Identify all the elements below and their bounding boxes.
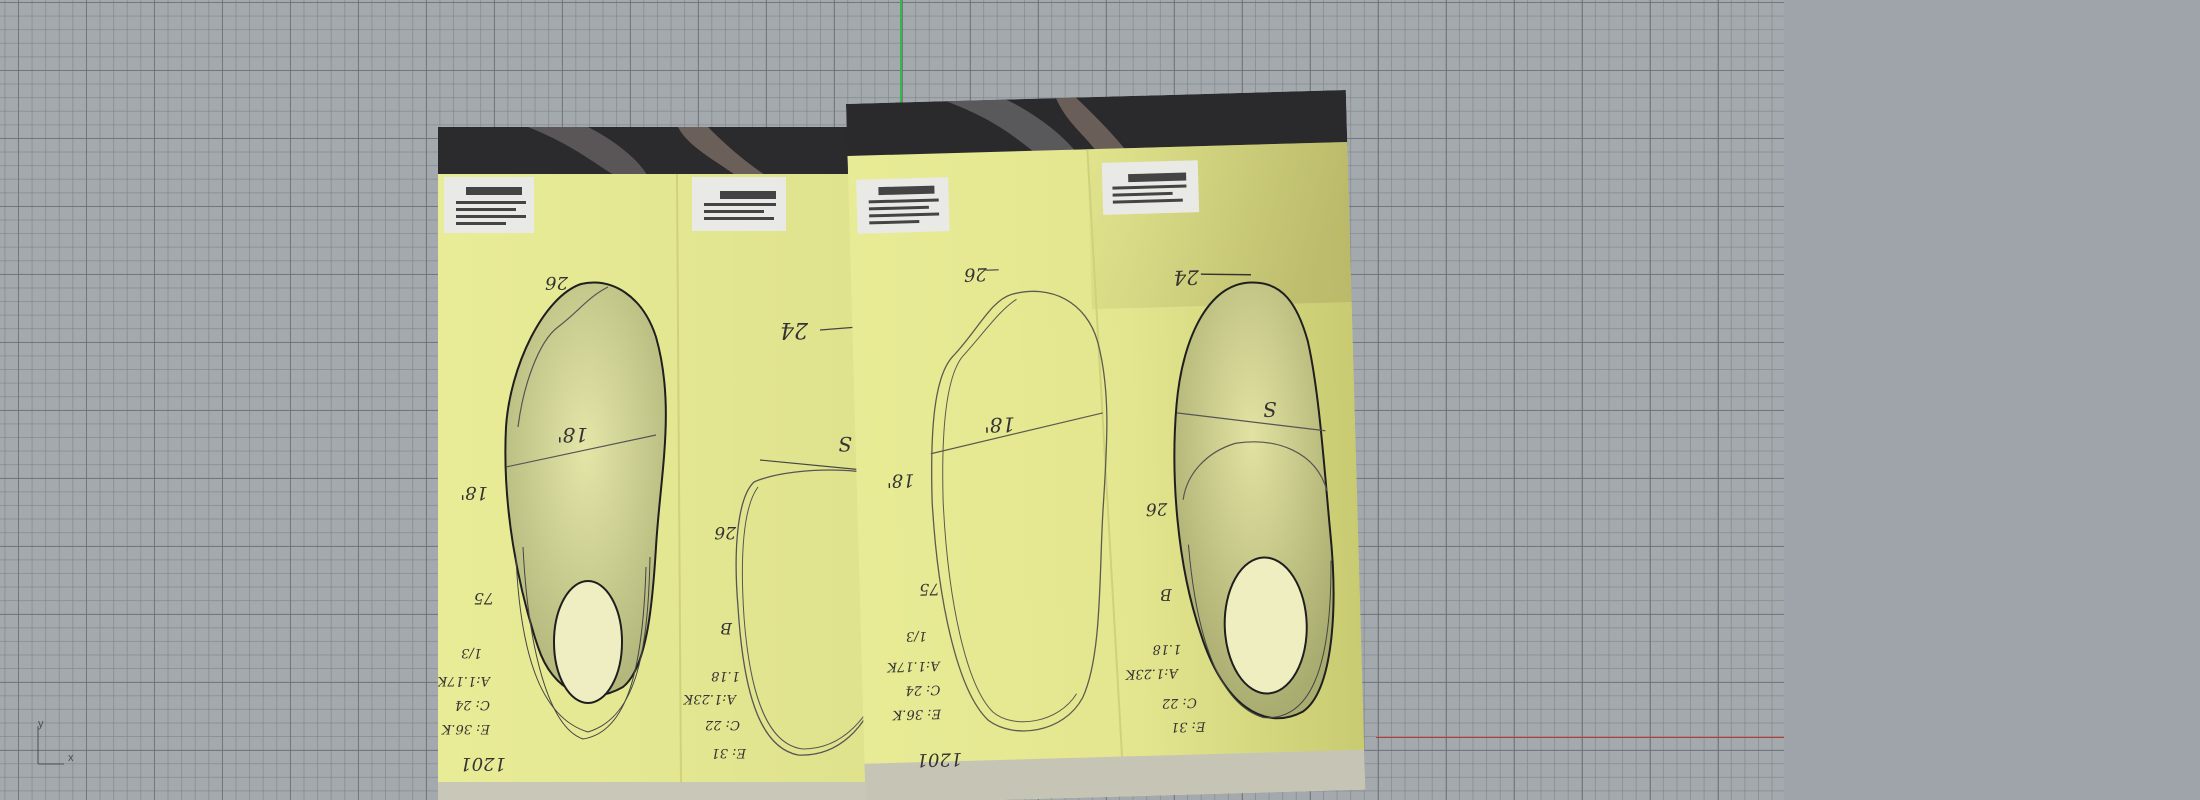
hw-right-24: 24	[780, 317, 809, 342]
hw-left-18b: 18'	[460, 482, 488, 503]
hw-r-left-foot-d: E: 36.K	[891, 706, 942, 722]
hw-r-right-foot-c: C: 22	[1162, 694, 1197, 710]
top-viewport[interactable]: 26 18' 18' 75 1/3 A:1.17K C: 24 E: 36.K …	[0, 0, 1784, 800]
hw-left-foot-a: 1/3	[461, 645, 482, 660]
hw-left-foot-b: A:1.17K	[438, 673, 491, 688]
hw-left-75: 75	[474, 589, 494, 608]
hw-right-foot-a: 1.18	[711, 668, 740, 683]
hw-r-left-foot-a: 1/3	[906, 628, 927, 644]
x-axis-line	[1376, 737, 1784, 738]
hw-left-signature: 1201	[460, 753, 506, 774]
hw-r-right-foot-d: E: 31	[1171, 718, 1207, 734]
hw-left-18: 18'	[557, 423, 588, 447]
hw-right-foot-b: A:1.23K	[682, 691, 737, 706]
placed-image-right[interactable]: 26 18' 18' 75 1/3 A:1.17K C: 24 E: 36.K …	[846, 90, 1366, 800]
hw-r-right-s: S	[1263, 397, 1277, 421]
hw-r-right-26: 26	[1145, 498, 1168, 519]
hw-r-left-signature: 1201	[916, 748, 962, 770]
hw-r-right-b: B	[1160, 585, 1174, 604]
hw-left-foot-c: C: 24	[455, 697, 490, 712]
hw-right-foot-c: C: 22	[705, 717, 740, 732]
axis-gizmo: y x	[34, 718, 84, 768]
hw-right-s: S	[838, 432, 852, 456]
hw-r-right-foot-a: 1.18	[1152, 641, 1181, 657]
hw-r-left-18b: 18'	[886, 469, 914, 491]
hw-left-26: 26	[545, 272, 569, 293]
hw-r-right-foot-b: A:1.23K	[1124, 665, 1179, 682]
hw-right-foot-d: E: 31	[711, 745, 747, 760]
gizmo-y-label: y	[38, 718, 44, 730]
hw-r-left-75: 75	[919, 580, 940, 600]
hw-right-26: 26	[714, 522, 737, 542]
hw-r-left-foot-c: C: 24	[905, 682, 940, 698]
placed-image-left[interactable]: 26 18' 18' 75 1/3 A:1.17K C: 24 E: 36.K …	[438, 127, 884, 800]
gizmo-x-label: x	[68, 752, 74, 764]
hw-r-left-26: 26	[964, 263, 988, 285]
hw-r-right-24: 24	[1173, 265, 1200, 290]
hw-r-left-18: 18'	[984, 412, 1016, 437]
hw-left-foot-d: E: 36.K	[440, 721, 491, 736]
side-panel	[1784, 0, 2200, 800]
hw-right-b: B	[720, 619, 733, 638]
hw-r-left-foot-b: A:1.17K	[886, 658, 941, 675]
